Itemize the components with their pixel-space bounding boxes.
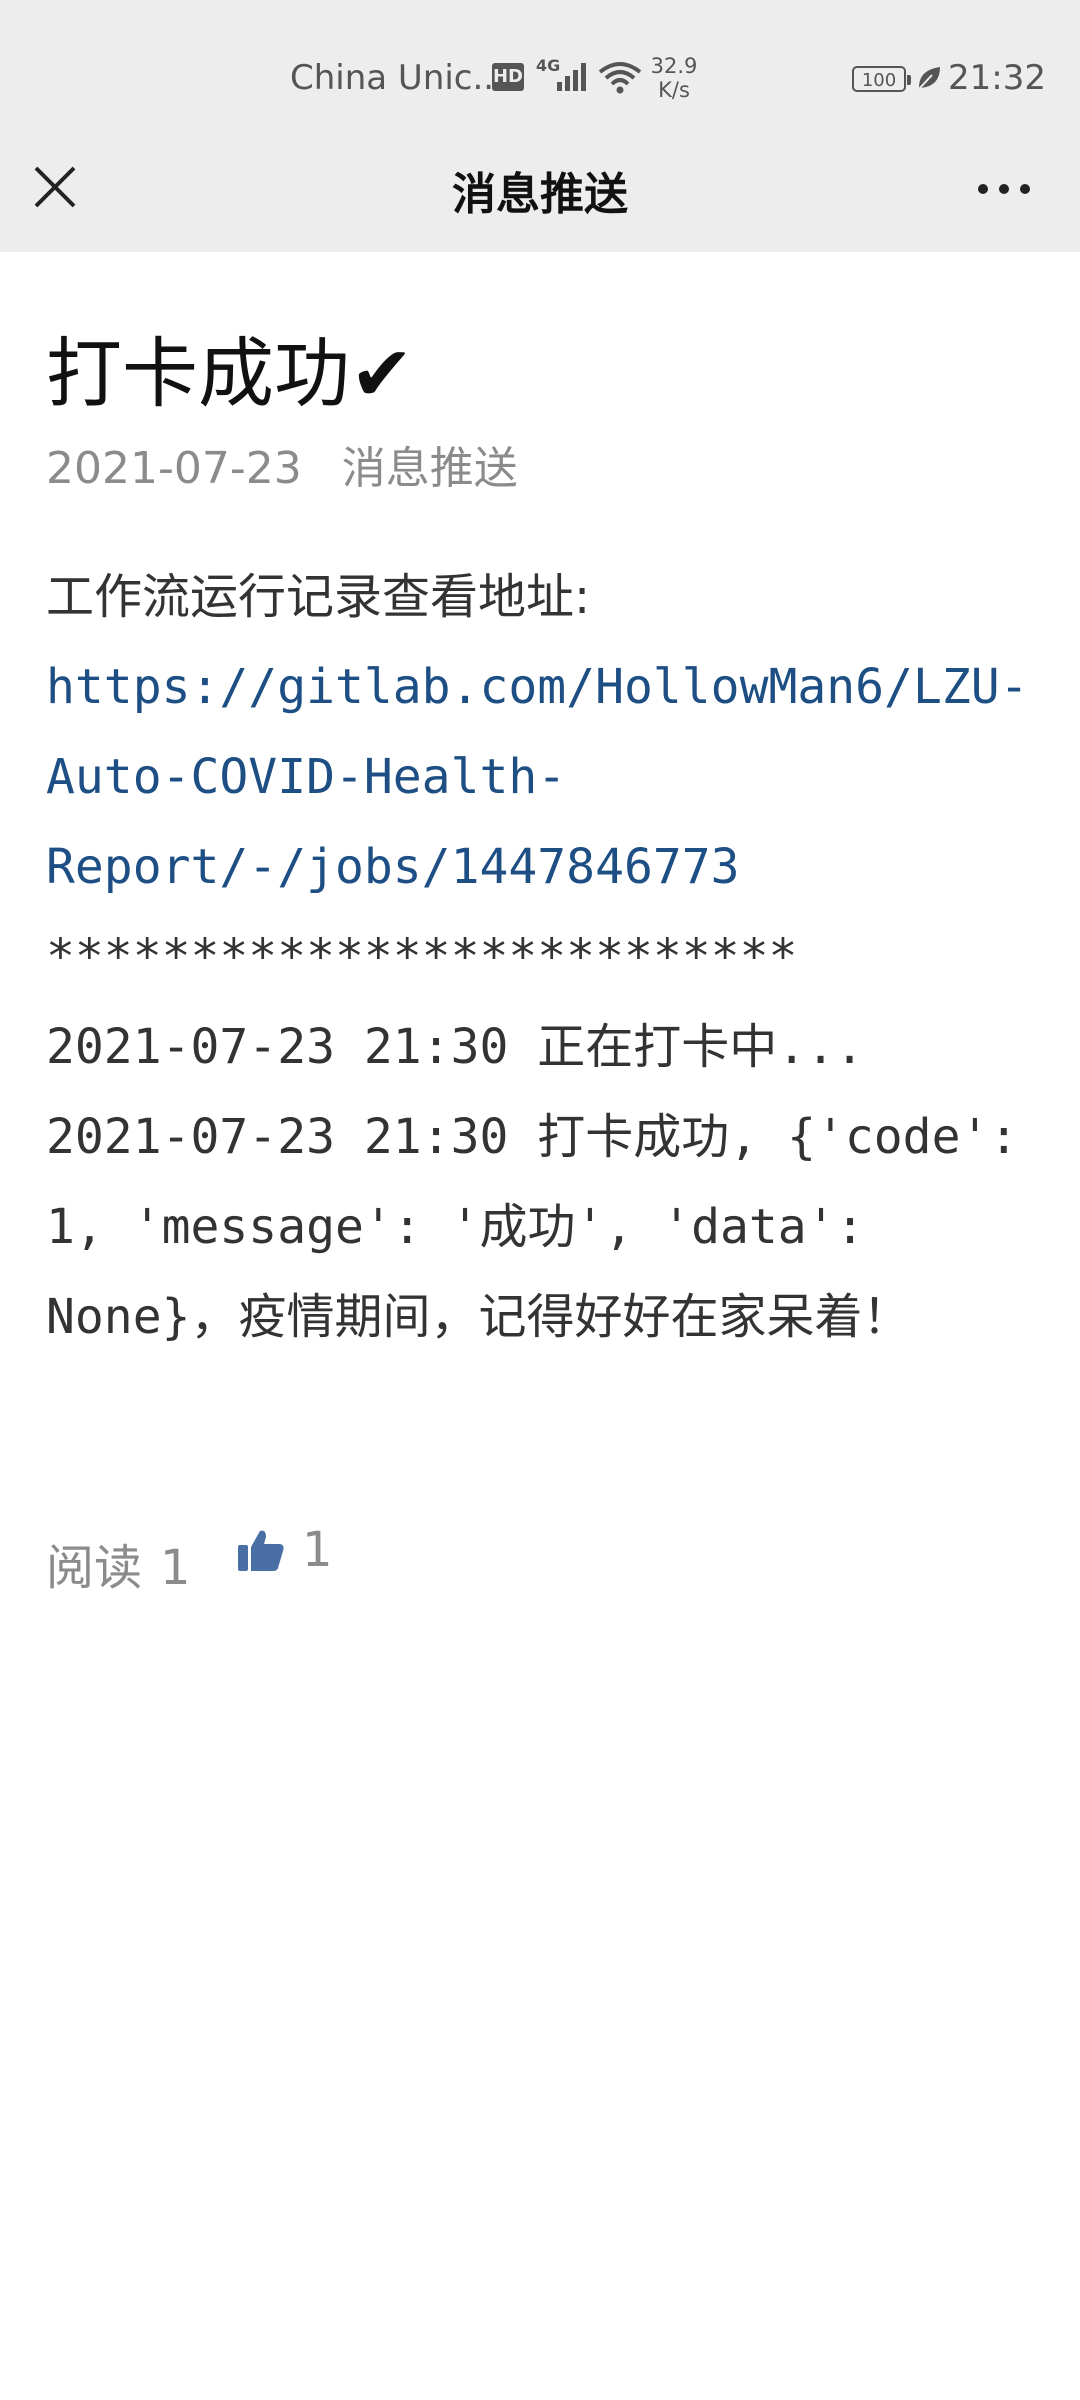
speed-unit: K/s bbox=[658, 78, 690, 102]
battery-icon: 100 bbox=[852, 66, 911, 92]
article-title: 打卡成功✔ bbox=[46, 329, 414, 418]
read-count: 1 bbox=[160, 1540, 191, 1596]
more-icon bbox=[978, 184, 988, 194]
more-button[interactable] bbox=[972, 166, 1036, 210]
hd-icon: HD bbox=[492, 63, 524, 91]
article-author-link[interactable]: 消息推送 bbox=[342, 443, 518, 494]
signal-icon bbox=[557, 63, 586, 91]
carrier-name: China Unic... bbox=[290, 58, 505, 98]
job-log-link[interactable]: https://gitlab.com/HollowMan6/LZU-Auto-C… bbox=[46, 642, 1046, 912]
clock: 21:32 bbox=[948, 58, 1046, 98]
more-icon-dot bbox=[1020, 184, 1030, 194]
article-meta: 2021-07-23 消息推送 bbox=[46, 432, 518, 496]
status-bar: China Unic... HD 4G 32.9 K/s 100 21:32 bbox=[0, 0, 1080, 128]
like-count: 1 bbox=[302, 1522, 333, 1578]
separator-line: ************************** bbox=[46, 929, 798, 985]
article-stats: 阅读 1 1 bbox=[46, 1522, 333, 1598]
network-speed: 32.9 K/s bbox=[644, 54, 704, 102]
speed-value: 32.9 bbox=[650, 54, 698, 78]
read-label: 阅读 bbox=[46, 1540, 143, 1596]
log-line-1: 2021-07-23 21:30 正在打卡中... bbox=[46, 1019, 864, 1075]
page-title: 消息推送 bbox=[452, 169, 628, 220]
article-date: 2021-07-23 bbox=[46, 443, 302, 494]
log-line-2: 2021-07-23 21:30 打卡成功, {'code': 1, 'mess… bbox=[46, 1109, 1048, 1345]
power-saving-leaf-icon bbox=[918, 67, 940, 90]
body-label: 工作流运行记录查看地址: bbox=[46, 569, 591, 625]
more-icon-dot bbox=[999, 184, 1009, 194]
article-body: 工作流运行记录查看地址: https://gitlab.com/HollowMa… bbox=[46, 552, 1046, 1362]
nav-bar: 消息推送 bbox=[0, 128, 1080, 252]
wifi-icon bbox=[598, 62, 642, 94]
thumbs-up-icon bbox=[238, 1530, 284, 1571]
like-button[interactable]: 1 bbox=[236, 1522, 333, 1578]
